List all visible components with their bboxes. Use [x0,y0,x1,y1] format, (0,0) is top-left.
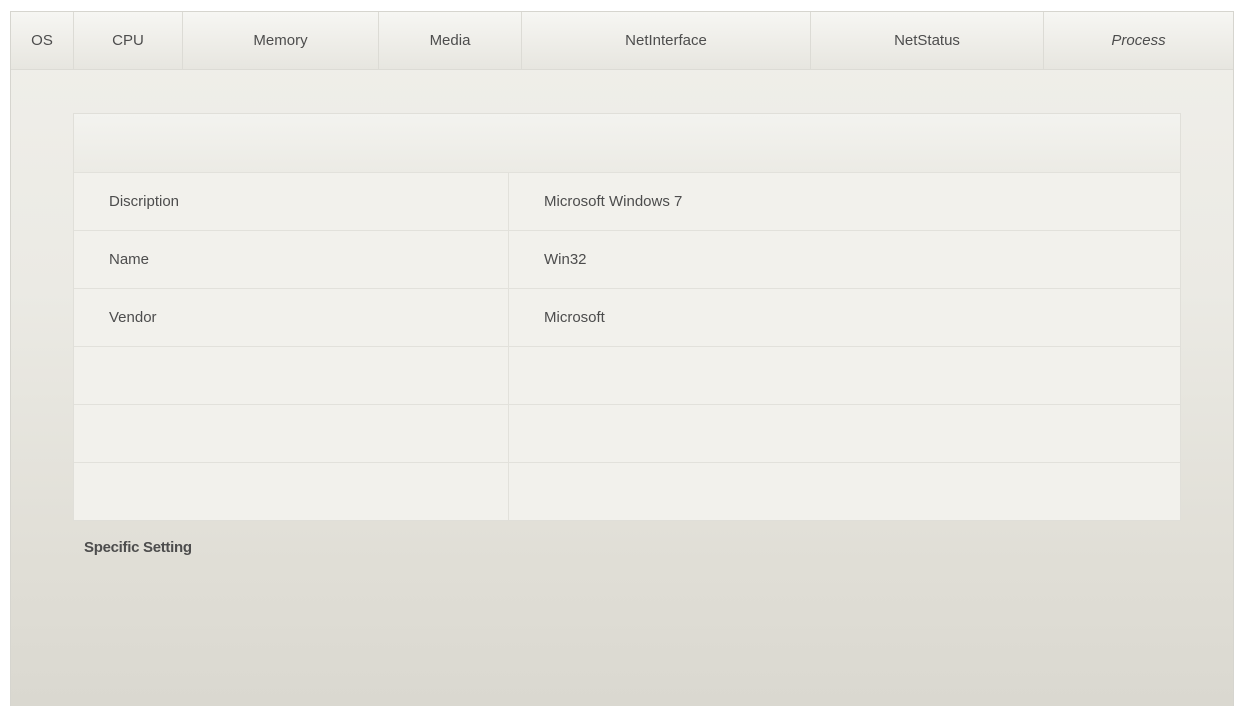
specific-setting-label: Specific Setting [84,539,192,556]
table-row: Name Win32 [74,231,1180,289]
table-row [74,347,1180,405]
row-value: Win32 [544,251,587,268]
app-frame: OS CPU Memory Media NetInterface NetStat… [10,11,1234,706]
table-row [74,463,1180,520]
row-value: Microsoft Windows 7 [544,193,683,210]
row-value [509,405,1180,462]
tab-netinterface[interactable]: NetInterface [522,12,811,69]
row-key: Vendor [74,289,509,346]
info-table: Discription Microsoft Windows 7 Name Win… [73,113,1181,521]
tab-process[interactable]: Process [1044,12,1233,69]
tab-netstatus[interactable]: NetStatus [811,12,1044,69]
table-row: Vendor Microsoft [74,289,1180,347]
row-value: Microsoft [544,309,605,326]
row-key: Name [74,231,509,288]
tab-os[interactable]: OS [11,12,74,69]
tab-memory[interactable]: Memory [183,12,379,69]
table-row [74,405,1180,463]
tab-bar: OS CPU Memory Media NetInterface NetStat… [11,12,1233,70]
table-row: Discription Microsoft Windows 7 [74,173,1180,231]
row-value [509,347,1180,404]
row-value [509,463,1180,520]
row-key: Discription [74,173,509,230]
table-header [74,114,1180,173]
row-key [74,347,509,404]
row-key [74,405,509,462]
tab-media[interactable]: Media [379,12,522,69]
tab-cpu[interactable]: CPU [74,12,183,69]
row-key [74,463,509,520]
